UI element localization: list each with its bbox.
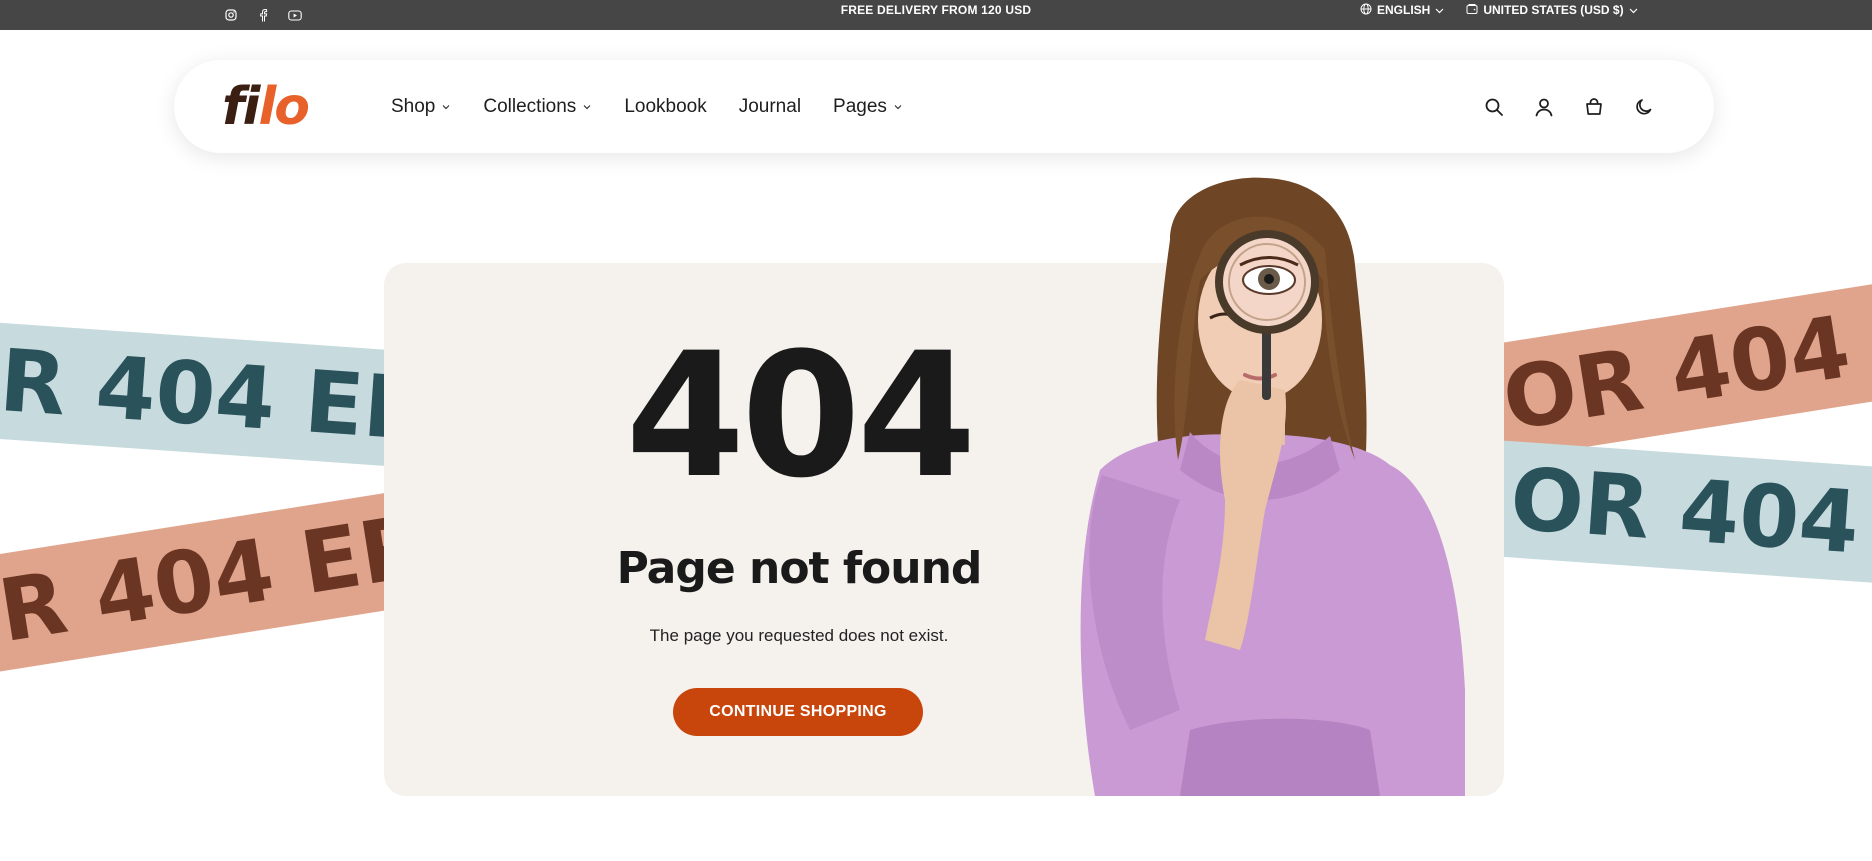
continue-shopping-button[interactable]: CONTINUE SHOPPING: [673, 688, 923, 736]
nav-label: Lookbook: [624, 95, 707, 117]
nav-label: Collections: [483, 95, 577, 117]
nav-label: Shop: [391, 95, 436, 117]
chevron-down-icon: [1629, 3, 1638, 17]
person-magnifier-illustration: [1080, 177, 1465, 796]
site-logo[interactable]: filo: [222, 75, 310, 139]
nav-shop[interactable]: Shop: [391, 96, 451, 118]
chevron-down-icon: [441, 102, 451, 112]
chevron-down-icon: [582, 102, 592, 112]
nav-label: Journal: [738, 95, 802, 117]
announcement-bar: FREE DELIVERY FROM 120 USD ENGLISH UNITE…: [0, 0, 1872, 30]
nav-label: Pages: [833, 95, 887, 117]
currency-picker[interactable]: UNITED STATES (USD $): [1466, 3, 1638, 18]
localization-pickers: ENGLISH UNITED STATES (USD $): [1360, 0, 1638, 20]
nav-lookbook[interactable]: Lookbook: [624, 96, 706, 118]
chevron-down-icon: [1435, 3, 1444, 17]
language-picker[interactable]: ENGLISH: [1360, 3, 1444, 18]
main-nav: Shop Collections Lookbook Journal Pages: [391, 60, 903, 153]
nav-collections[interactable]: Collections: [483, 96, 592, 118]
account-icon[interactable]: [1533, 96, 1555, 118]
search-icon[interactable]: [1483, 96, 1505, 118]
logo-part-1: fi: [222, 77, 260, 137]
chevron-down-icon: [893, 102, 903, 112]
header-actions: [1483, 60, 1655, 153]
dark-mode-icon[interactable]: [1633, 96, 1655, 118]
nav-journal[interactable]: Journal: [739, 96, 801, 118]
currency-icon: [1466, 3, 1478, 18]
currency-label: UNITED STATES (USD $): [1483, 3, 1624, 17]
logo-part-2: lo: [258, 77, 310, 137]
globe-icon: [1360, 3, 1372, 18]
language-label: ENGLISH: [1377, 3, 1431, 17]
cart-icon[interactable]: [1583, 96, 1605, 118]
site-header: filo Shop Collections Lookbook Journal P…: [174, 60, 1714, 153]
nav-pages[interactable]: Pages: [833, 96, 903, 118]
